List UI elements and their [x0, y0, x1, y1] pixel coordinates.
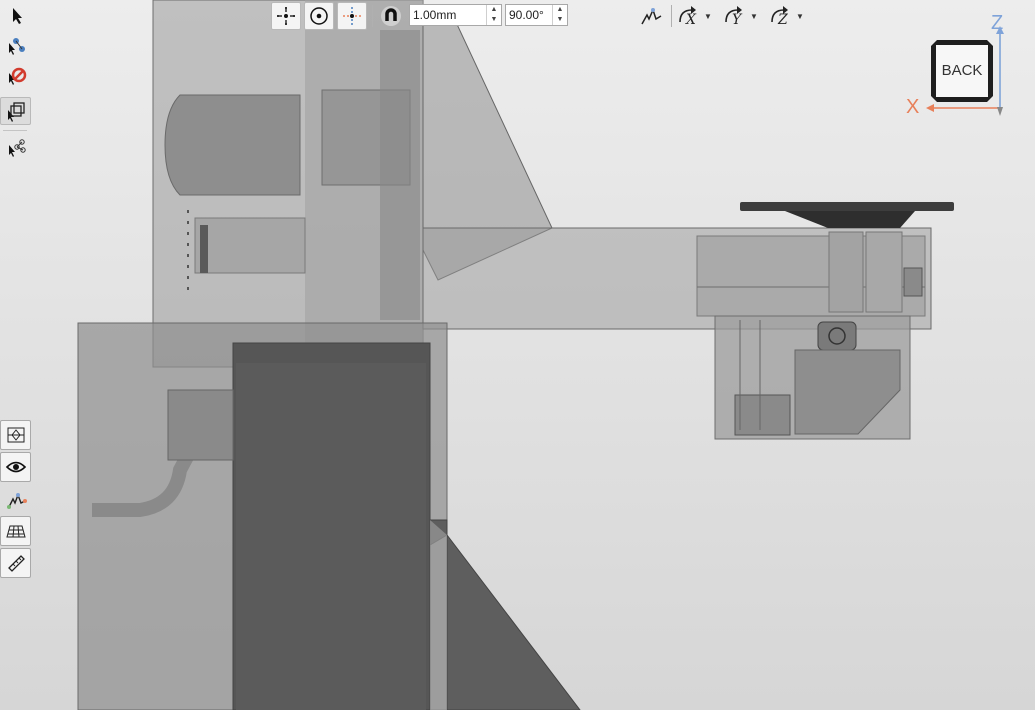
model-upper-housing	[152, 0, 424, 368]
snap-magnet-button[interactable]	[376, 2, 406, 30]
measure-ruler-icon	[7, 555, 25, 572]
linear-step-value: 1.00mm	[413, 8, 457, 22]
select-arrow-tool[interactable]	[0, 2, 31, 30]
orientation-button[interactable]	[0, 486, 31, 514]
toolbar-divider	[372, 5, 373, 27]
move-axis-icon	[343, 7, 361, 25]
angle-step-input[interactable]: 90.00° ▲ ▼	[505, 4, 568, 26]
select-vertex-tool[interactable]	[0, 32, 31, 60]
toolbar-separator	[3, 130, 27, 131]
select-box-tool[interactable]	[0, 97, 31, 125]
axis-z-label: Z	[991, 12, 1004, 34]
select-group-icon	[8, 139, 26, 157]
deselect-icon	[8, 67, 26, 85]
svg-text:X: X	[685, 12, 697, 28]
3d-viewport[interactable]	[0, 0, 1035, 710]
deselect-tool[interactable]	[0, 62, 31, 90]
select-box-icon	[7, 102, 25, 122]
select-vertex-icon	[8, 38, 25, 55]
measure-button[interactable]	[0, 548, 31, 578]
move-center-icon	[310, 7, 328, 25]
grid-button[interactable]	[0, 516, 31, 546]
rotate-z-button[interactable]: Z ▼	[769, 3, 804, 29]
visibility-eye-icon	[5, 461, 26, 473]
section-view-icon	[7, 427, 24, 443]
visibility-button[interactable]	[0, 452, 31, 482]
rotate-x-icon: X	[679, 6, 697, 28]
chevron-down-icon: ▼	[750, 11, 758, 21]
chevron-down-icon: ▼	[704, 11, 712, 21]
grid-icon	[5, 525, 26, 538]
model-gearbox	[714, 315, 911, 440]
move-center-button[interactable]	[304, 2, 334, 30]
chevron-down-icon: ▼	[796, 11, 804, 21]
orient-icon	[641, 7, 662, 25]
snap-magnet-icon	[381, 6, 401, 26]
section-view-button[interactable]	[0, 420, 31, 450]
linear-step-input[interactable]: 1.00mm ▲ ▼	[409, 4, 502, 26]
linear-step-stepper[interactable]: ▲ ▼	[486, 5, 501, 25]
svg-text:Y: Y	[732, 12, 743, 28]
orient-button[interactable]	[638, 3, 664, 29]
svg-text:Z: Z	[777, 12, 788, 28]
move-axis-button[interactable]	[337, 2, 367, 30]
rotate-x-button[interactable]: X ▼	[677, 3, 712, 29]
rotate-y-button[interactable]: Y ▼	[723, 3, 758, 29]
angle-step-value: 90.00°	[509, 8, 544, 22]
rotate-z-icon: Z	[771, 6, 788, 28]
orientation-icon	[6, 493, 27, 509]
move-free-button[interactable]	[271, 2, 301, 30]
select-arrow-icon	[12, 8, 22, 24]
angle-step-stepper[interactable]: ▲ ▼	[552, 5, 567, 25]
rotate-y-icon: Y	[725, 6, 743, 28]
select-group-tool[interactable]	[0, 134, 31, 162]
move-free-icon	[277, 7, 295, 25]
axis-x-label: X	[906, 96, 920, 118]
toolbar-divider	[671, 5, 672, 27]
